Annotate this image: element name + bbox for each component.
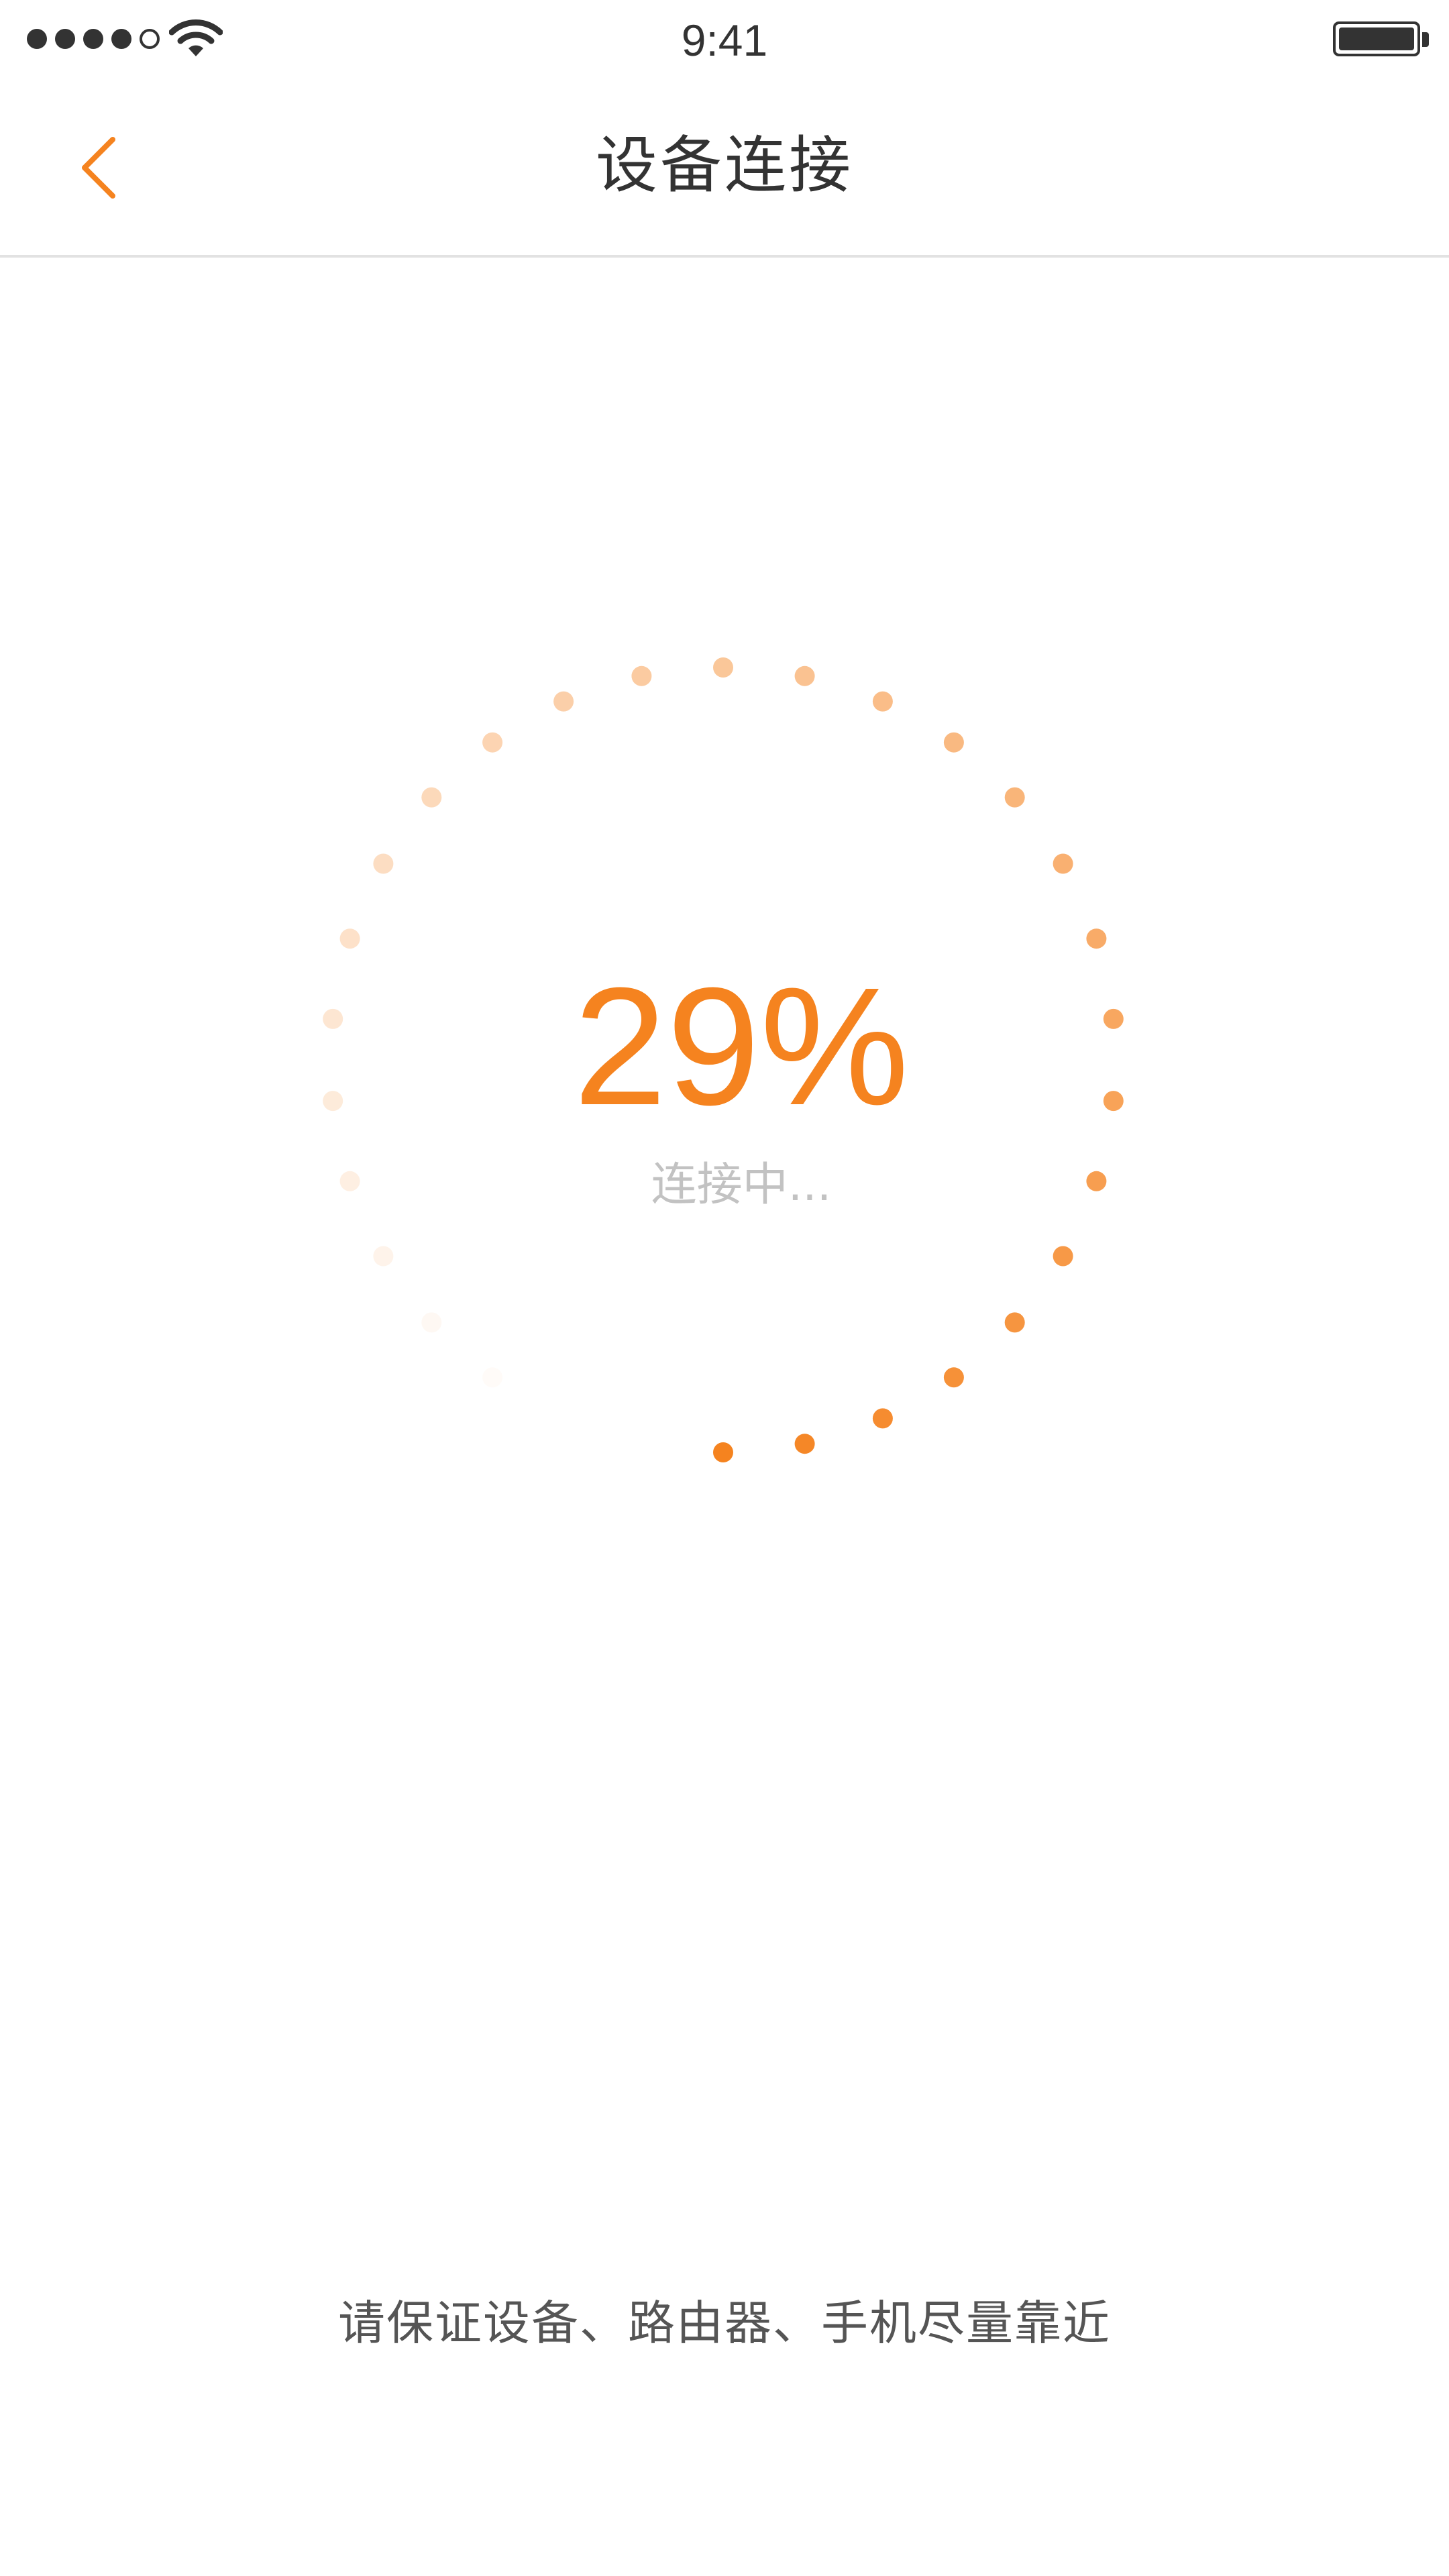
- progress-dot: [482, 1367, 502, 1387]
- progress-dot: [1053, 853, 1073, 874]
- status-time: 9:41: [681, 15, 768, 65]
- progress-dot: [1053, 1246, 1073, 1267]
- progress-dot: [713, 657, 733, 678]
- progress-dot: [631, 665, 652, 686]
- page-title: 设备连接: [595, 129, 853, 201]
- progress-dot: [794, 1434, 815, 1454]
- progress-dot: [373, 853, 394, 874]
- hint-text: 请保证设备、路由器、手机尽量靠近: [338, 2296, 1111, 2351]
- progress-status: 连接中...: [651, 1159, 832, 1212]
- battery-full-icon: [1333, 21, 1420, 56]
- progress-dot: [421, 1312, 442, 1333]
- progress-dot: [373, 1246, 394, 1267]
- nav-bar: 设备连接: [0, 80, 1449, 258]
- progress-percent: 29%: [573, 953, 910, 1140]
- progress-ring: [323, 657, 1124, 1462]
- progress-dot: [553, 691, 574, 712]
- progress-dot: [713, 1442, 733, 1462]
- progress-dot: [872, 1408, 893, 1429]
- progress-dot: [872, 691, 893, 712]
- progress-dot: [1004, 1312, 1025, 1333]
- progress-dot: [943, 732, 964, 753]
- progress-dot: [482, 732, 503, 753]
- battery-cap: [1422, 32, 1429, 47]
- battery-level: [1339, 28, 1414, 50]
- progress-dot: [943, 1367, 964, 1388]
- progress-dot: [1004, 787, 1025, 808]
- status-bar: 9:41: [0, 0, 1449, 80]
- progress-dot: [794, 665, 815, 686]
- progress-dot: [421, 787, 442, 808]
- device-connection-screen: 9:41 设备连接 29% 连接中... 请保证设备、路由器、手机尽量靠近: [0, 0, 1449, 2576]
